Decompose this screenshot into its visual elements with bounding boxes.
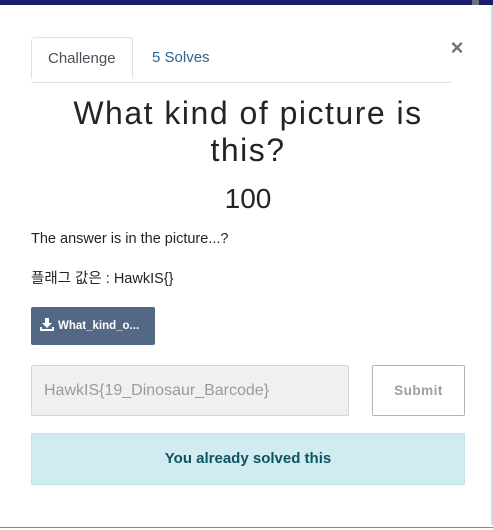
flag-format-hint: 플래그 값은 : HawkIS{} [31,271,174,287]
submit-button[interactable]: Submit [372,365,465,416]
tab-solves[interactable]: 5 Solves [136,37,226,79]
tab-challenge[interactable]: Challenge [31,37,133,79]
solved-notice: You already solved this [31,433,465,485]
download-icon [40,318,54,331]
download-file-button[interactable]: What_kind_o... [31,307,155,345]
challenge-title: What kind of picture is this? [73,95,423,168]
bottom-divider [0,527,493,528]
close-icon[interactable]: × [449,37,465,59]
challenge-description: The answer is in the picture...? [31,231,229,247]
file-name-label: What_kind_o... [58,320,140,332]
modal-tabs: Challenge 5 Solves [31,37,451,83]
challenge-modal: Challenge 5 Solves × What kind of pictur… [0,5,491,525]
flag-input[interactable]: HawkIS{19_Dinosaur_Barcode} [31,365,349,416]
challenge-points: 100 [224,183,272,214]
